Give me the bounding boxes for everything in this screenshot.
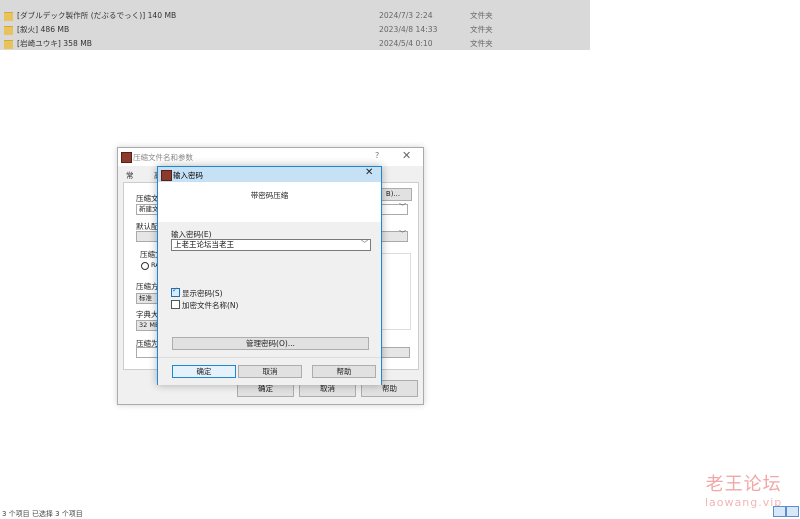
folder-icon xyxy=(4,40,13,49)
view-toggle xyxy=(773,506,799,517)
file-list: [ダブルデック製作所 (だぶるでっく)] 140 MB 2024/7/3 2:2… xyxy=(0,0,590,50)
file-name: [岩崎ユウキ] 358 MB xyxy=(17,39,92,48)
dialog-titlebar: 输入密码 ✕ xyxy=(158,167,381,182)
encrypt-names-label: 加密文件名称(N) xyxy=(182,301,239,310)
password-input[interactable]: 上老王论坛当老王 ﹀ xyxy=(171,239,371,251)
cancel-button[interactable]: 取消 xyxy=(238,365,302,378)
file-name: [ダブルデック製作所 (だぶるでっく)] 140 MB xyxy=(17,11,177,20)
window-titlebar: 压缩文件名和参数 ? ✕ xyxy=(118,148,423,166)
organize-passwords-button[interactable]: 管理密码(O)... xyxy=(172,337,369,350)
chevron-down-icon: ﹀ xyxy=(399,203,406,211)
file-date: 2024/7/3 2:24 xyxy=(379,11,433,20)
ok-button[interactable]: 确定 xyxy=(172,365,236,378)
help-icon[interactable]: ? xyxy=(375,151,379,160)
winrar-icon xyxy=(161,170,172,181)
close-icon[interactable]: ✕ xyxy=(402,149,411,162)
show-password-checkbox[interactable] xyxy=(171,286,180,297)
close-icon[interactable]: ✕ xyxy=(365,167,373,178)
file-date: 2024/5/4 0:10 xyxy=(379,39,433,48)
file-type: 文件夹 xyxy=(470,11,493,20)
chevron-down-icon[interactable]: ﹀ xyxy=(361,239,368,249)
dialog-title: 输入密码 xyxy=(173,171,203,180)
watermark-url: laowang.vip xyxy=(705,496,783,509)
folder-icon xyxy=(4,26,13,35)
dialog-header: 带密码压缩 xyxy=(158,182,381,222)
chevron-down-icon: ﹀ xyxy=(399,230,406,238)
file-name: [叙火] 486 MB xyxy=(17,25,70,34)
tiles-view-icon[interactable] xyxy=(786,506,799,517)
file-row[interactable]: [岩崎ユウキ] 358 MB 2024/5/4 0:10 文件夹 xyxy=(0,38,590,50)
status-bar: 3 个项目 已选择 3 个项目 xyxy=(2,510,83,518)
details-view-icon[interactable] xyxy=(773,506,786,517)
file-date: 2023/4/8 14:33 xyxy=(379,25,438,34)
watermark-title: 老王论坛 xyxy=(705,474,782,495)
password-value: 上老王论坛当老王 xyxy=(174,240,234,249)
dictionary-size-label: 字典大 xyxy=(136,310,159,319)
file-row[interactable]: [ダブルデック製作所 (だぶるでっく)] 140 MB 2024/7/3 2:2… xyxy=(0,10,590,22)
watermark-logo: 老王论坛 laowang.vip xyxy=(705,470,782,509)
show-password-label: 显示密码(S) xyxy=(182,289,223,298)
password-dialog: 输入密码 ✕ 带密码压缩 输入密码(E) 上老王论坛当老王 ﹀ 显示密码(S) … xyxy=(157,166,382,385)
help-button[interactable]: 帮助 xyxy=(312,365,376,378)
file-row[interactable]: [叙火] 486 MB 2023/4/8 14:33 文件夹 xyxy=(0,24,590,36)
winrar-icon xyxy=(121,152,132,163)
compression-method-label: 压缩方 xyxy=(136,282,159,291)
dialog-header-text: 带密码压缩 xyxy=(250,191,289,200)
encrypt-names-checkbox[interactable] xyxy=(171,300,180,309)
window-title: 压缩文件名和参数 xyxy=(133,153,193,162)
file-type: 文件夹 xyxy=(470,39,493,48)
archive-name-label: 压缩文 xyxy=(136,194,159,203)
folder-icon xyxy=(4,12,13,21)
rar-radio[interactable] xyxy=(141,262,149,270)
file-type: 文件夹 xyxy=(470,25,493,34)
